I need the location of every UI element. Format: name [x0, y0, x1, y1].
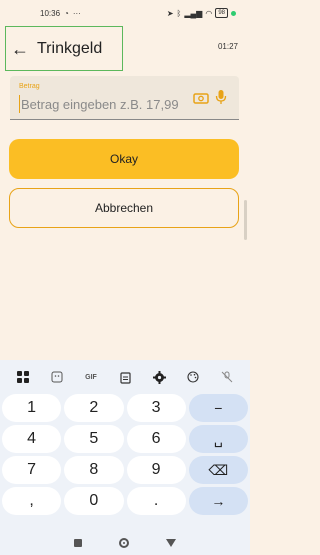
status-time: 10:36 — [40, 8, 61, 18]
battery-indicator: 98 — [215, 8, 228, 18]
key-6[interactable]: 6 — [126, 425, 186, 453]
keyboard-row: , 0 . → — [0, 487, 250, 515]
bluetooth-icon: ᛒ — [176, 8, 182, 18]
home-icon[interactable] — [118, 537, 129, 548]
amount-field[interactable]: Betrag — [10, 76, 239, 120]
key-4[interactable]: 4 — [2, 425, 62, 453]
palette-icon[interactable] — [184, 368, 202, 386]
key-3[interactable]: 3 — [126, 394, 186, 422]
apps-icon[interactable] — [14, 368, 32, 386]
keyboard-row: 1 2 3 − — [0, 394, 250, 422]
amount-field-label: Betrag — [19, 83, 40, 90]
page-title: Trinkgeld — [37, 39, 103, 57]
status-bar: 10:36 ◔ ··· ➤ ᛒ ▂▄▆ ◠ 98 — [0, 0, 250, 26]
settings-icon[interactable] — [150, 368, 168, 386]
keyboard-toolbar: GIF — [0, 360, 250, 394]
wifi-icon: ◠ — [205, 8, 213, 18]
key-5[interactable]: 5 — [64, 425, 124, 453]
key-7[interactable]: 7 — [2, 456, 62, 484]
key-minus[interactable]: − — [188, 394, 248, 422]
signal-icon: ▂▄▆ — [184, 8, 203, 18]
privacy-dot-icon — [231, 10, 236, 16]
app-header: ← Trinkgeld — [5, 26, 123, 71]
key-backspace[interactable]: ⌫ — [188, 456, 248, 484]
key-comma[interactable]: , — [2, 487, 62, 515]
timer-label: 01:27 — [217, 42, 238, 51]
key-9[interactable]: 9 — [126, 456, 186, 484]
okay-button[interactable]: Okay — [9, 139, 239, 179]
whatsapp-icon: ◔ — [64, 8, 69, 18]
scrollbar[interactable] — [244, 200, 247, 240]
back-icon[interactable] — [166, 538, 177, 547]
system-nav-bar — [0, 530, 250, 555]
numeric-keyboard: GIF 1 2 3 − 4 5 6 ␣ 7 8 9 ⌫ , 0 . → — [0, 360, 250, 530]
mic-off-icon[interactable] — [218, 368, 236, 386]
recents-icon[interactable] — [73, 538, 82, 547]
back-arrow-icon[interactable]: ← — [11, 40, 33, 58]
keyboard-row: 7 8 9 ⌫ — [0, 456, 250, 484]
gif-button[interactable]: GIF — [82, 368, 100, 386]
key-enter[interactable]: → — [188, 487, 248, 515]
key-2[interactable]: 2 — [64, 394, 124, 422]
sticker-icon[interactable] — [48, 368, 66, 386]
keyboard-row: 4 5 6 ␣ — [0, 425, 250, 453]
more-dots-icon: ··· — [72, 8, 81, 18]
cancel-button[interactable]: Abbrechen — [9, 188, 239, 228]
mic-icon[interactable] — [215, 89, 227, 105]
location-icon: ➤ — [166, 8, 174, 18]
key-8[interactable]: 8 — [64, 456, 124, 484]
amount-input[interactable] — [19, 95, 187, 113]
key-period[interactable]: . — [126, 487, 186, 515]
clipboard-icon[interactable] — [116, 368, 134, 386]
key-space[interactable]: ␣ — [188, 425, 248, 453]
key-0[interactable]: 0 — [64, 487, 124, 515]
key-1[interactable]: 1 — [2, 394, 62, 422]
cash-icon[interactable] — [193, 91, 209, 105]
